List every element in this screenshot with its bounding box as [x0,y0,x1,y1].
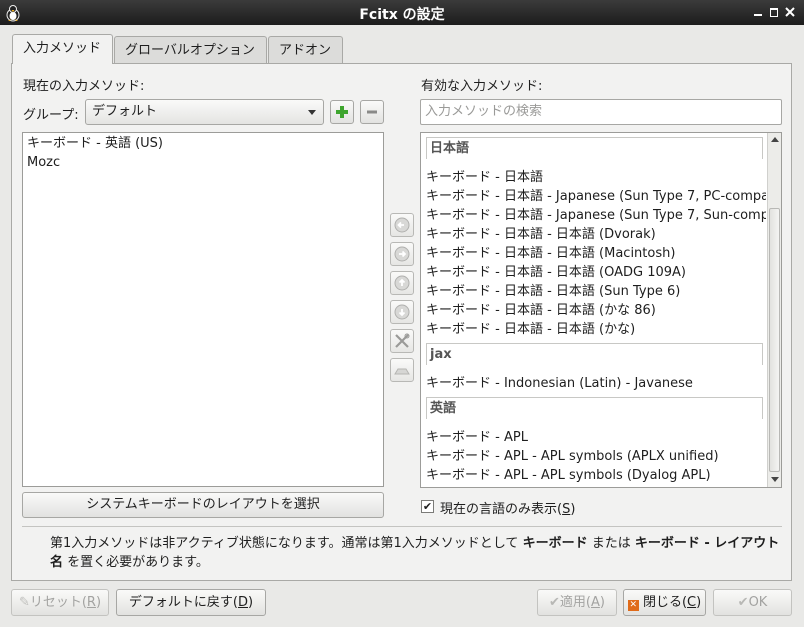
chevron-down-icon [308,110,316,115]
button-label: 適用( [559,595,591,610]
list-item[interactable]: Mozc [27,153,60,172]
button-label: デフォルトに戻す( [128,595,238,610]
mnemonic: A [591,595,600,610]
only-current-language-label[interactable]: 現在の言語のみ表示(S) [440,498,575,517]
checkmark-icon: ✔ [737,595,749,610]
group-label: グループ: [23,108,79,123]
keyboard-layout-button[interactable] [390,358,414,382]
checkmark-icon: ✔ [422,500,433,513]
button-suffix: ) [95,595,102,610]
list-item[interactable]: キーボード - 日本語 - 日本語 (Sun Type 6) [426,282,766,301]
list-item[interactable]: キーボード - 英語 (US) [27,134,163,153]
checkmark-icon: ✔ [549,595,560,610]
tab-global-options[interactable]: グローバルオプション [114,36,267,64]
close-box-icon: ✕ [627,600,639,611]
scroll-down-icon[interactable] [771,477,779,482]
group-header-jax: jax [426,343,763,365]
list-item[interactable]: キーボード - APL - APL symbols (Dyalog APL) [426,466,766,485]
title-bar[interactable]: Fcitx の設定 [0,0,804,25]
minus-icon [367,110,377,114]
current-im-list[interactable]: キーボード - 英語 (US) Mozc [22,132,384,487]
tab-addons[interactable]: アドオン [268,36,343,64]
list-item[interactable]: キーボード - APL [426,428,766,447]
button-suffix: ) [599,595,605,610]
list-item[interactable]: キーボード - 日本語 - 日本語 (OADG 109A) [426,263,766,282]
list-item[interactable]: キーボード - 日本語 - Japanese (Sun Type 7, PC-c… [426,187,766,206]
info-part: または [587,536,635,551]
close-icon[interactable] [782,4,798,20]
info-bold: キーボード [522,536,588,551]
list-item[interactable]: キーボード - 日本語 - Japanese (Sun Type 7, Sun-… [426,206,766,225]
info-text: 第1入力メソッドは非アクティブ状態になります。通常は第1入力メソッドとして キー… [50,534,780,572]
maximize-icon[interactable] [766,4,782,20]
button-suffix: ) [696,595,702,610]
tab-input-method[interactable]: 入力メソッド [12,34,113,64]
arrow-up-icon [394,275,410,291]
close-button[interactable]: ✕ 閉じる(C) [623,589,706,616]
scrollbar[interactable] [767,133,781,487]
add-group-button[interactable] [330,100,354,124]
list-item[interactable]: キーボード - 日本語 - 日本語 (かな 86) [426,301,766,320]
ok-button[interactable]: ✔OK [713,589,792,616]
scroll-up-icon[interactable] [771,137,779,142]
available-im-list[interactable]: 日本語 キーボード - 日本語 キーボード - 日本語 - Japanese (… [420,132,782,488]
label-suffix: ) [570,502,576,517]
arrow-right-icon [394,246,410,262]
available-im-heading: 有効な入力メソッド: [421,79,543,94]
tab-label: グローバルオプション [125,43,255,58]
keyboard-icon [394,368,410,375]
button-suffix: ) [248,595,254,610]
list-item[interactable]: キーボード - 日本語 - 日本語 (Macintosh) [426,244,766,263]
remove-group-button[interactable] [360,100,384,124]
tab-label: 入力メソッド [23,41,102,56]
move-down-button[interactable] [390,300,414,324]
reset-button[interactable]: ✎リセット(R) [11,589,109,616]
apply-button[interactable]: ✔適用(A) [537,589,617,616]
search-input[interactable]: 入力メソッドの検索 [420,99,782,125]
plus-icon [336,106,348,118]
group-combo-value: デフォルト [92,104,158,119]
separator [22,526,782,527]
mnemonic: C [687,595,697,610]
group-header-english: 英語 [426,397,763,419]
label-text: 現在の言語のみ表示( [440,502,563,517]
button-label: システムキーボードのレイアウトを選択 [86,497,320,512]
broom-icon: ✎ [18,595,30,610]
scrollbar-thumb[interactable] [769,208,780,472]
wrench-screwdriver-icon [395,333,410,348]
tab-label: アドオン [279,43,332,58]
info-part: を置く必要があります。 [63,555,209,570]
mnemonic: R [86,595,96,610]
minimize-icon[interactable] [750,4,766,20]
list-item[interactable]: キーボード - Indonesian (Latin) - Javanese [426,374,766,393]
move-up-button[interactable] [390,271,414,295]
restore-defaults-button[interactable]: デフォルトに戻す(D) [116,589,266,616]
current-im-heading: 現在の入力メソッド: [23,79,145,94]
move-right-button[interactable] [390,242,414,266]
group-header-japanese: 日本語 [426,137,763,159]
group-combo[interactable]: デフォルト [85,99,324,125]
arrow-left-icon [394,217,410,233]
list-item[interactable]: キーボード - 日本語 - 日本語 (Dvorak) [426,225,766,244]
select-system-layout-button[interactable]: システムキーボードのレイアウトを選択 [22,492,384,518]
button-label: OK [748,595,768,610]
button-label: 閉じる( [642,595,688,610]
configure-button[interactable] [390,329,414,353]
info-part: 第1入力メソッドは非アクティブ状態になります。通常は第1入力メソッドとして [50,536,523,551]
move-left-button[interactable] [390,213,414,237]
list-item[interactable]: キーボード - 日本語 [426,168,766,187]
list-item[interactable]: キーボード - 日本語 - 日本語 (かな) [426,320,766,339]
list-item[interactable]: キーボード - APL - APL symbols (APLX unified) [426,447,766,466]
search-placeholder: 入力メソッドの検索 [425,104,543,119]
button-label: リセット( [29,595,87,610]
mnemonic: D [237,595,248,610]
window-title: Fcitx の設定 [359,7,445,23]
only-current-language-checkbox[interactable]: ✔ [421,500,434,513]
arrow-down-icon [394,304,410,320]
